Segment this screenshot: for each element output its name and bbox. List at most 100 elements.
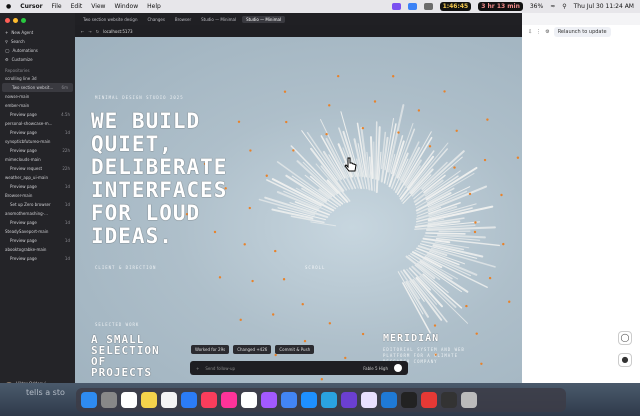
vscode-icon[interactable] [381, 392, 397, 408]
burst-spark [361, 332, 365, 336]
options-icon[interactable]: ⋮ [536, 29, 541, 35]
burst-spark [391, 75, 395, 78]
sidebar-chat-item[interactable]: Two section websit... 6m [2, 83, 73, 92]
sidebar-repo-item[interactable]: personal-showcase-m... [0, 119, 75, 128]
update-bar: ⇩ ⋮ ⚙ Relaunch to update [522, 25, 640, 39]
sidebar-item-search[interactable]: ⚲ Search [0, 37, 75, 46]
cursor-hand-icon [344, 157, 357, 172]
calendar-icon[interactable] [121, 392, 137, 408]
menu-file[interactable]: File [52, 3, 62, 10]
settings-icon[interactable]: ⚙ [545, 29, 549, 35]
sidebar-repo-item[interactable]: weather_app_ui-main [0, 173, 75, 182]
burst-strand [425, 232, 466, 235]
battery-percent[interactable]: 36% [530, 3, 543, 10]
sidebar-chat-item[interactable]: Preview page 4.5h [0, 110, 75, 119]
url-field[interactable]: localhost:5173 [103, 29, 132, 34]
search-icon[interactable]: ⚲ [562, 3, 566, 10]
follow-up-input[interactable]: Send follow-up [205, 366, 235, 371]
figma-icon[interactable] [261, 392, 277, 408]
selection-line: PROJECTS [91, 366, 152, 379]
launchpad-icon[interactable] [101, 392, 117, 408]
model-selector[interactable]: Fable 5 High [363, 366, 388, 371]
plus-icon[interactable]: + [196, 366, 199, 371]
sidebar-repo-item[interactable]: nowse-main [0, 92, 75, 101]
arc-icon[interactable] [361, 392, 377, 408]
sidebar-repo-item[interactable]: abooktograbke-main [0, 245, 75, 254]
menu-view[interactable]: View [91, 3, 105, 10]
raycast-icon[interactable] [421, 392, 437, 408]
terminal-icon[interactable] [441, 392, 457, 408]
menu-help[interactable]: Help [147, 3, 161, 10]
app-icon-3[interactable] [423, 3, 433, 10]
hero-eyebrow: MINIMAL DESIGN STUDIO 2025 [95, 95, 184, 100]
chat-icon[interactable]: ● [618, 353, 632, 367]
relaunch-button[interactable]: Relaunch to update [553, 27, 611, 37]
sidebar-chat-item[interactable]: Preview page 1d [0, 254, 75, 263]
sidebar-chat-item[interactable]: Set up Zero browser 1d [0, 200, 75, 209]
reminders-icon[interactable] [161, 392, 177, 408]
clock[interactable]: Thu Jul 30 11:24 AM [574, 3, 634, 10]
compass-icon[interactable]: ◯ [618, 331, 632, 345]
burst-spark [428, 145, 432, 148]
photos-icon[interactable] [221, 392, 237, 408]
sidebar-repo-item[interactable]: SteadySaveport-main [0, 227, 75, 236]
sidebar-chat-item[interactable]: Preview page 1d [0, 236, 75, 245]
burst-spark [271, 313, 275, 316]
menu-app-name[interactable]: Cursor [20, 3, 42, 10]
download-icon[interactable]: ⇩ [528, 29, 532, 35]
sidebar-chat-item[interactable]: Preview page 1d [0, 128, 75, 137]
sidebar-item-automations[interactable]: ◯ Automations [0, 46, 75, 55]
close-icon[interactable] [5, 18, 10, 23]
sidebar-repo-item[interactable]: mimeclouds-main [0, 155, 75, 164]
sidebar-repo-item[interactable]: anomothernashing-... [0, 209, 75, 218]
notes-icon[interactable] [141, 392, 157, 408]
menu-edit[interactable]: Edit [71, 3, 83, 10]
wifi-icon[interactable]: ≈ [550, 3, 555, 10]
trash-icon[interactable] [461, 392, 477, 408]
tab-website-design[interactable]: Two section website design [79, 16, 142, 23]
tab-browser[interactable]: Browser [171, 16, 195, 23]
worked-chip[interactable]: Worked for 29s [191, 345, 230, 354]
telegram-icon[interactable] [321, 392, 337, 408]
reload-icon[interactable]: ↻ [96, 29, 99, 34]
commit-push-button[interactable]: Commit & Push [275, 345, 315, 354]
appstore-icon[interactable] [181, 392, 197, 408]
sidebar-chat-item[interactable]: Preview request 22h [0, 164, 75, 173]
menu-window[interactable]: Window [114, 3, 138, 10]
sidebar-chat-item[interactable]: Preview page 1d [0, 218, 75, 227]
chrome-icon[interactable] [281, 392, 297, 408]
sidebar-chat-item[interactable]: Preview page 22h [0, 146, 75, 155]
send-icon[interactable] [394, 364, 402, 372]
sidebar-item-customize[interactable]: ⚙ Customize [0, 55, 75, 64]
sidebar-repo-item[interactable]: scrolling line 3d [0, 74, 75, 83]
sidebar-item-label: weather_app_ui-main [5, 175, 49, 180]
sidebar-item-new-agent[interactable]: + New Agent [0, 28, 75, 37]
safari-icon[interactable] [301, 392, 317, 408]
burst-spark [285, 120, 288, 124]
maximize-icon[interactable] [21, 18, 26, 23]
back-icon[interactable]: ← [81, 29, 84, 34]
app-icon-2[interactable] [407, 3, 417, 10]
tab-studio-1[interactable]: Studio — Minimal [197, 16, 240, 23]
composer[interactable]: + Send follow-up Fable 5 High [190, 361, 408, 375]
tab-studio-2[interactable]: Studio — Minimal [242, 15, 286, 23]
sidebar-repo-item[interactable]: ember-main [0, 101, 75, 110]
apple-icon[interactable]: ● [6, 3, 11, 10]
changes-chip[interactable]: Changed +426 [233, 345, 272, 354]
finder-icon[interactable] [81, 392, 97, 408]
sidebar-repo-item[interactable]: synopticbfutureo-main [0, 137, 75, 146]
timer-display[interactable]: 1:46:45 [439, 2, 472, 11]
sidebar-repo-item[interactable]: Browser-main [0, 191, 75, 200]
time-remaining[interactable]: 3 hr 13 min [478, 2, 523, 11]
sidebar-chat-item[interactable]: Preview page 1d [0, 182, 75, 191]
minimize-icon[interactable] [13, 18, 18, 23]
tab-changes[interactable]: Changes [144, 16, 169, 23]
burst-spark [468, 192, 472, 196]
forward-icon[interactable]: → [88, 29, 91, 34]
notion-icon[interactable] [241, 392, 257, 408]
obsidian-icon[interactable] [341, 392, 357, 408]
cursor-icon[interactable] [401, 392, 417, 408]
app-icon-1[interactable] [391, 3, 401, 10]
project-title[interactable]: MERIDIAN [383, 333, 439, 344]
music-icon[interactable] [201, 392, 217, 408]
